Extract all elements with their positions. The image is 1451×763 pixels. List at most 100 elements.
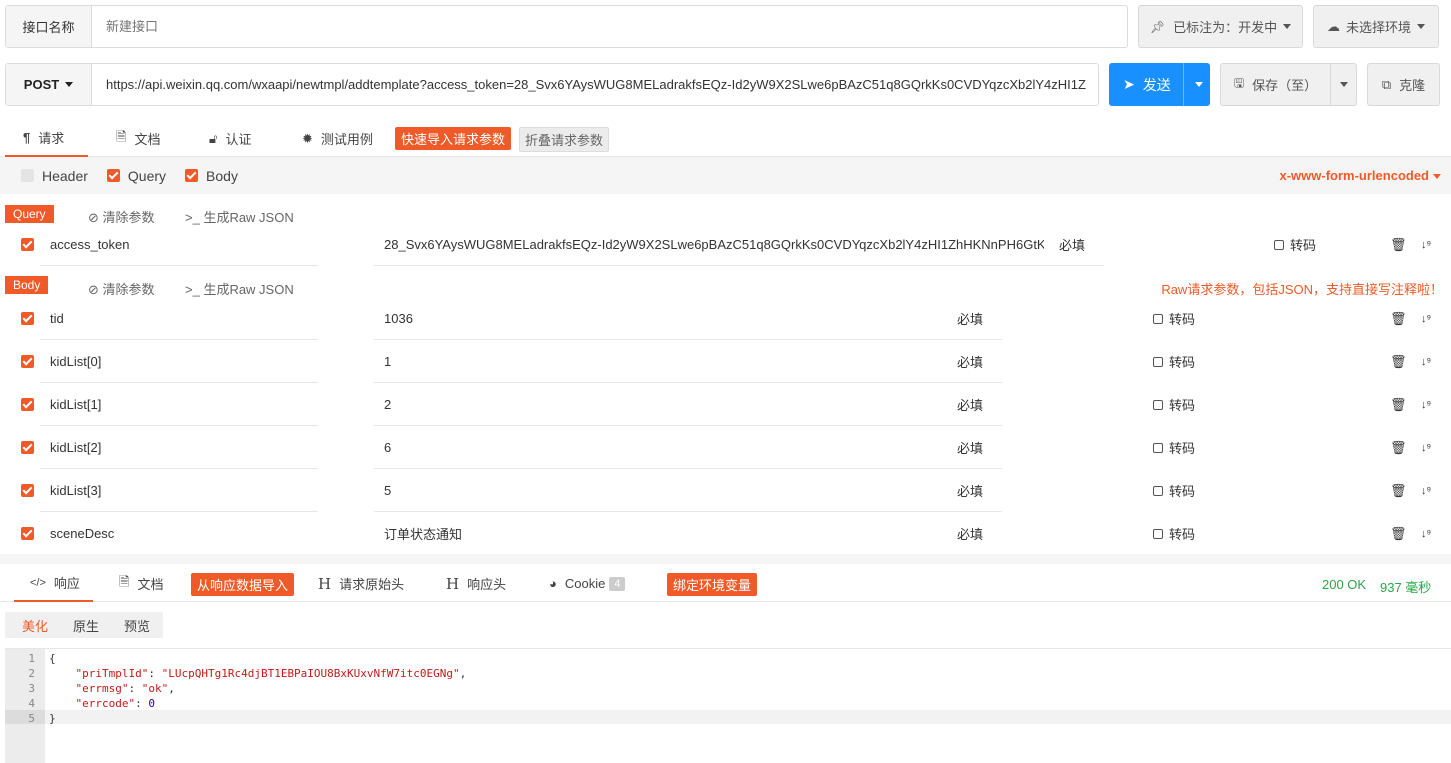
send-dropdown-icon[interactable]: [1195, 82, 1203, 87]
send-button[interactable]: ➤ 发送: [1109, 63, 1210, 106]
save-icon: 🖫: [1233, 76, 1245, 90]
sort-icon[interactable]: ↓⁹: [1421, 297, 1431, 340]
tab-request[interactable]: ¶ 请求: [5, 120, 88, 157]
url-input[interactable]: https://api.weixin.qq.com/wxaapi/newtmpl…: [92, 64, 1098, 105]
param-enable-checkbox[interactable]: [21, 355, 34, 368]
param-value[interactable]: 6: [374, 426, 952, 469]
paragraph-icon: ¶: [23, 130, 31, 145]
query-section-header: Query ⊘ 清除参数 >_ 生成Raw JSON: [0, 205, 1451, 225]
param-enable-checkbox[interactable]: [21, 484, 34, 497]
param-value[interactable]: 28_Svx6YAysWUG8MELadrakfsEQz-Id2yW9X2SLw…: [374, 223, 1044, 266]
content-type-dropdown[interactable]: x-www-form-urlencoded: [1279, 168, 1441, 183]
clone-button[interactable]: ⧉ 克隆: [1367, 63, 1440, 106]
trash-icon[interactable]: 🗑︎: [1390, 469, 1407, 512]
encode-checkbox[interactable]: [1153, 356, 1163, 367]
code-line: "priTmplId": "LUcpQHTg1Rc4djBT1EBPaIOU8B…: [75, 667, 467, 680]
required-select[interactable]: 必填: [952, 340, 1002, 383]
environment-label: 未选择环境: [1345, 20, 1411, 35]
status-tag-dropdown[interactable]: 📌︎ 已标注为：开发中: [1138, 5, 1303, 48]
param-enable-checkbox[interactable]: [21, 312, 34, 325]
body-param-row: sceneDesc 订单状态通知 必填 转码 🗑︎ ↓⁹: [0, 512, 1451, 555]
tab-response[interactable]: </> 响应: [14, 565, 93, 602]
send-label: 发送: [1142, 76, 1171, 93]
environment-dropdown[interactable]: ☁︎ 未选择环境: [1313, 5, 1439, 48]
query-checkbox[interactable]: [106, 169, 120, 182]
tab-docs[interactable]: 🗎 文档: [116, 120, 160, 157]
body-param-row: kidList[2] 6 必填 转码 🗑︎ ↓⁹: [0, 426, 1451, 469]
param-key[interactable]: kidList[0]: [40, 340, 318, 383]
required-select[interactable]: 必填: [952, 383, 1002, 426]
required-select[interactable]: 必填: [952, 469, 1002, 512]
sort-icon[interactable]: ↓⁹: [1421, 512, 1431, 555]
param-value[interactable]: 订单状态通知: [374, 512, 952, 555]
param-value[interactable]: 5: [374, 469, 952, 512]
quick-import-params-button[interactable]: 快速导入请求参数: [395, 127, 512, 150]
required-select[interactable]: 必填: [952, 426, 1002, 469]
tab-auth[interactable]: 🔓︎ 认证: [209, 120, 251, 157]
required-select[interactable]: 必填: [952, 512, 1002, 555]
heading-icon: H: [446, 574, 460, 593]
param-key[interactable]: sceneDesc: [40, 512, 318, 555]
param-value[interactable]: 2: [374, 383, 952, 426]
encode-checkbox[interactable]: [1153, 485, 1163, 496]
query-label: Query: [5, 205, 54, 223]
view-mode-tabs: 美化 原生 预览: [5, 612, 163, 638]
unlock-icon: 🔓︎: [209, 130, 218, 146]
tab-pretty[interactable]: 美化: [22, 616, 48, 635]
sort-icon[interactable]: ↓⁹: [1421, 383, 1431, 426]
param-key[interactable]: kidList[3]: [40, 469, 318, 512]
param-value[interactable]: 1: [374, 340, 952, 383]
param-value[interactable]: 1036: [374, 297, 952, 340]
trash-icon[interactable]: 🗑︎: [1390, 383, 1407, 426]
param-enable-checkbox[interactable]: [21, 238, 34, 251]
bind-env-var-button[interactable]: 绑定环境变量: [667, 573, 758, 596]
response-editor[interactable]: 1 {2 "priTmplId": "LUcpQHTg1Rc4djBT1EBPaI…: [5, 648, 1451, 763]
response-tabs: </> 响应 🗎 文档 从响应数据导入 H 请求原始头 H 响应头 ◕ Cookie 4 绑…: [0, 565, 1451, 602]
sort-icon[interactable]: ↓⁹: [1421, 340, 1431, 383]
trash-icon[interactable]: 🗑︎: [1390, 297, 1407, 340]
required-select[interactable]: 必填: [1044, 223, 1104, 266]
fold-params-button[interactable]: 折叠请求参数: [519, 127, 610, 152]
required-select[interactable]: 必填: [952, 297, 1002, 340]
line-number: 1: [28, 652, 35, 665]
sort-icon[interactable]: ↓⁹: [1421, 469, 1431, 512]
tab-raw[interactable]: 原生: [73, 616, 99, 635]
tab-preview[interactable]: 预览: [124, 616, 150, 635]
body-checkbox[interactable]: [185, 169, 199, 182]
save-button[interactable]: 🖫 保存（至）: [1220, 63, 1331, 106]
param-key[interactable]: tid: [40, 297, 318, 340]
param-key[interactable]: kidList[2]: [40, 426, 318, 469]
save-dropdown-button[interactable]: [1330, 63, 1357, 106]
method-select[interactable]: POST: [6, 64, 92, 105]
tab-tests[interactable]: ✹ 测试用例: [302, 120, 373, 157]
save-label: 保存（至）: [1252, 78, 1318, 93]
raw-params-hint[interactable]: Raw请求参数，包括JSON，支持直接写注释啦！: [1161, 279, 1443, 298]
body-label: Body: [5, 276, 49, 294]
tab-raw-request-headers[interactable]: H 请求原始头: [318, 565, 404, 602]
trash-icon[interactable]: 🗑︎: [1390, 340, 1407, 383]
param-enable-checkbox[interactable]: [21, 527, 34, 540]
sort-icon[interactable]: ↓⁹: [1421, 426, 1431, 469]
import-from-response-button[interactable]: 从响应数据导入: [191, 573, 295, 596]
clear-body-button[interactable]: ⊘ 清除参数: [88, 279, 155, 298]
param-enable-checkbox[interactable]: [21, 441, 34, 454]
trash-icon[interactable]: 🗑︎: [1390, 223, 1407, 266]
encode-checkbox[interactable]: [1153, 442, 1163, 453]
tab-response-headers[interactable]: H 响应头: [446, 565, 506, 602]
encode-checkbox[interactable]: [1274, 239, 1284, 250]
param-key[interactable]: kidList[1]: [40, 383, 318, 426]
api-name-input[interactable]: [92, 6, 1127, 47]
trash-icon[interactable]: 🗑︎: [1390, 426, 1407, 469]
encode-checkbox[interactable]: [1153, 528, 1163, 539]
code-line: "errcode": 0: [75, 697, 155, 710]
encode-checkbox[interactable]: [1153, 399, 1163, 410]
param-enable-checkbox[interactable]: [21, 398, 34, 411]
sort-icon[interactable]: ↓⁹: [1421, 223, 1431, 266]
tab-response-docs[interactable]: 🗎 文档: [119, 565, 163, 602]
tab-cookie[interactable]: ◕ Cookie 4: [549, 565, 626, 602]
trash-icon[interactable]: 🗑︎: [1390, 512, 1407, 555]
param-key[interactable]: access_token: [40, 223, 318, 266]
encode-checkbox[interactable]: [1153, 313, 1163, 324]
header-checkbox[interactable]: [21, 169, 34, 182]
gen-raw-json-body-button[interactable]: >_ 生成Raw JSON: [185, 279, 294, 298]
